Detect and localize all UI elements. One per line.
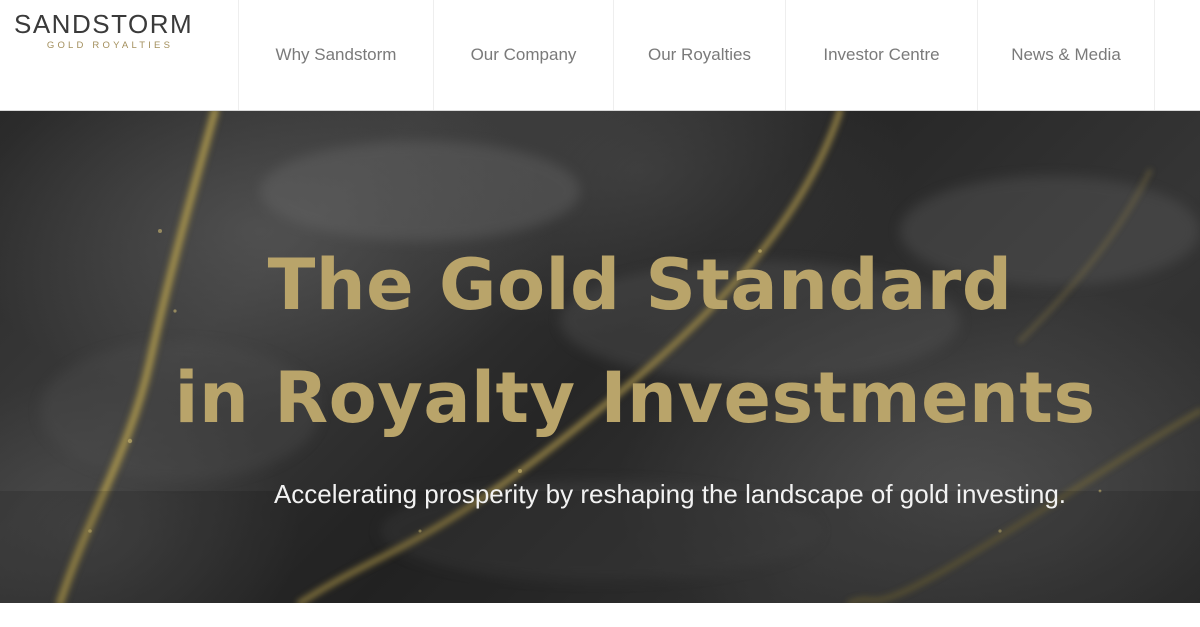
nav-item-our-royalties[interactable]: Our Royalties	[613, 0, 785, 110]
nav-item-why-sandstorm[interactable]: Why Sandstorm	[238, 0, 433, 110]
logo-wordmark: SANDSTORM	[14, 9, 194, 39]
nav-item-news-media[interactable]: News & Media	[977, 0, 1155, 110]
hero-banner: The Gold Standard in Royalty Investments…	[0, 111, 1200, 603]
main-nav: Why Sandstorm Our Company Our Royalties …	[238, 0, 1155, 110]
site-header: SANDSTORM GOLD ROYALTIES Why Sandstorm O…	[0, 0, 1200, 111]
logo-tagline: GOLD ROYALTIES	[46, 40, 174, 51]
hero-title-line-2: in Royalty Investments	[174, 357, 1096, 439]
hero-title: The Gold Standard in Royalty Investments	[0, 229, 1200, 455]
nav-item-investor-centre[interactable]: Investor Centre	[785, 0, 977, 110]
sandstorm-logo[interactable]: SANDSTORM GOLD ROYALTIES	[14, 10, 214, 52]
below-hero-strip	[0, 603, 1200, 627]
hero-subtitle: Accelerating prosperity by reshaping the…	[273, 479, 1067, 509]
nav-item-our-company[interactable]: Our Company	[433, 0, 613, 110]
hero-title-line-1: The Gold Standard	[267, 244, 1013, 326]
page: SANDSTORM GOLD ROYALTIES Why Sandstorm O…	[0, 0, 1200, 627]
